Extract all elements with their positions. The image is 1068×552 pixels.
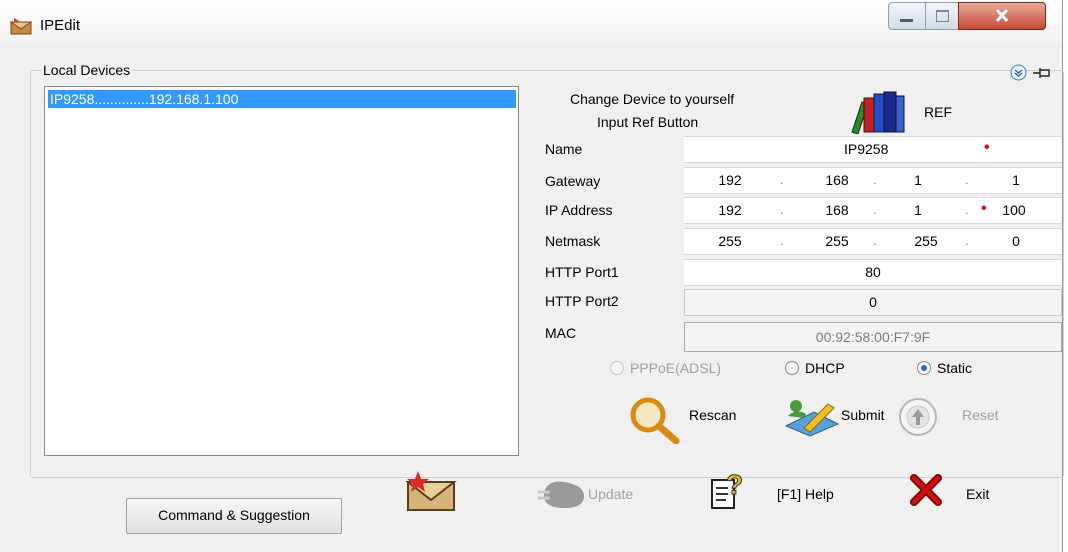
required-marker-icon: • bbox=[981, 200, 987, 217]
gateway-octet-4[interactable]: 1 bbox=[996, 172, 1036, 188]
mac-field: 00:92:58:00:F7:9F bbox=[684, 322, 1062, 352]
reset-arrow-icon bbox=[899, 398, 937, 436]
window-title: IPEdit bbox=[40, 17, 81, 34]
netmask-octet-2[interactable]: 255 bbox=[817, 233, 857, 249]
gateway-octet-3[interactable]: 1 bbox=[898, 172, 938, 188]
ipedit-window: IPEdit Local Devices IP9258.............… bbox=[0, 0, 1064, 552]
http-port2-value: 0 bbox=[869, 294, 877, 310]
mac-label: MAC bbox=[545, 325, 577, 341]
http-port1-label: HTTP Port1 bbox=[545, 264, 619, 280]
local-devices-label: Local Devices bbox=[41, 62, 133, 78]
ip-address-label: IP Address bbox=[545, 202, 613, 218]
reset-button: Reset bbox=[962, 407, 999, 423]
minimize-button[interactable] bbox=[888, 2, 926, 30]
magnifier-icon[interactable] bbox=[628, 396, 682, 444]
netmask-octet-1[interactable]: 255 bbox=[710, 233, 750, 249]
title-bar: IPEdit bbox=[0, 0, 1062, 44]
collapse-chevron-icon[interactable] bbox=[1010, 64, 1027, 81]
ip-octet-1[interactable]: 192 bbox=[710, 202, 750, 218]
octet-dot: . bbox=[873, 202, 877, 217]
books-icon[interactable] bbox=[850, 90, 906, 134]
radio-dhcp[interactable]: DHCP bbox=[785, 360, 845, 376]
command-suggestion-button[interactable]: Command & Suggestion bbox=[126, 498, 342, 534]
netmask-field[interactable]: 255 . 255 . 255 . 0 bbox=[684, 228, 1062, 255]
name-label: Name bbox=[545, 141, 583, 157]
octet-dot: . bbox=[780, 202, 784, 217]
pin-icon[interactable] bbox=[1032, 66, 1052, 80]
update-button: Update bbox=[588, 486, 634, 502]
ip-octet-4[interactable]: 100 bbox=[994, 202, 1034, 218]
http-port2-label: HTTP Port2 bbox=[545, 293, 619, 309]
submit-pencil-icon[interactable] bbox=[784, 398, 840, 438]
svg-text:?: ? bbox=[726, 470, 743, 500]
gateway-label: Gateway bbox=[545, 173, 601, 189]
minimize-icon bbox=[900, 19, 913, 22]
mail-icon[interactable] bbox=[404, 470, 458, 512]
octet-dot: . bbox=[965, 172, 969, 187]
radio-circle-icon bbox=[610, 361, 624, 375]
octet-dot: . bbox=[780, 233, 784, 248]
help-button[interactable]: [F1] Help bbox=[777, 486, 834, 502]
ref-instruction-line2: Input Ref Button bbox=[597, 114, 699, 130]
submit-button[interactable]: Submit bbox=[841, 407, 885, 423]
maximize-icon bbox=[936, 10, 949, 22]
app-icon bbox=[10, 18, 32, 35]
octet-dot: . bbox=[965, 202, 969, 217]
gateway-field[interactable]: 192 . 168 . 1 . 1 bbox=[684, 167, 1062, 194]
netmask-label: Netmask bbox=[545, 233, 601, 249]
rescan-button[interactable]: Rescan bbox=[689, 407, 736, 423]
octet-dot: . bbox=[780, 172, 784, 187]
help-icon[interactable]: ? bbox=[710, 470, 748, 510]
gateway-octet-2[interactable]: 168 bbox=[817, 172, 857, 188]
gateway-octet-1[interactable]: 192 bbox=[710, 172, 750, 188]
device-list-item[interactable]: IP9258..............192.168.1.100 bbox=[48, 90, 516, 108]
maximize-button[interactable] bbox=[925, 2, 959, 30]
octet-dot: . bbox=[873, 233, 877, 248]
exit-x-icon[interactable] bbox=[910, 474, 942, 506]
http-port2-field[interactable]: 0 bbox=[684, 289, 1062, 316]
netmask-octet-4[interactable]: 0 bbox=[996, 233, 1036, 249]
radio-selected-icon bbox=[917, 361, 931, 375]
device-list[interactable]: IP9258..............192.168.1.100 bbox=[44, 86, 519, 456]
octet-dot: . bbox=[965, 233, 969, 248]
ref-button-label[interactable]: REF bbox=[924, 104, 952, 120]
octet-dot: . bbox=[873, 172, 877, 187]
radio-pppoe: PPPoE(ADSL) bbox=[610, 360, 721, 376]
ip-octet-3[interactable]: 1 bbox=[898, 202, 938, 218]
ip-address-field[interactable]: 192 . 168 . 1 . • 100 bbox=[684, 197, 1062, 224]
radio-static[interactable]: Static bbox=[917, 360, 972, 376]
radio-static-label: Static bbox=[937, 360, 973, 376]
ip-octet-2[interactable]: 168 bbox=[817, 202, 857, 218]
close-icon bbox=[995, 9, 1009, 22]
radio-circle-icon bbox=[785, 361, 799, 375]
http-port1-field[interactable]: 80 bbox=[684, 259, 1062, 286]
ref-instruction-line1: Change Device to yourself bbox=[570, 91, 735, 107]
name-value: IP9258 bbox=[844, 141, 889, 157]
name-field[interactable]: IP9258 • bbox=[684, 136, 1062, 163]
update-icon bbox=[538, 481, 584, 508]
radio-pppoe-label: PPPoE(ADSL) bbox=[630, 360, 722, 376]
close-button[interactable] bbox=[958, 2, 1046, 30]
netmask-octet-3[interactable]: 255 bbox=[906, 233, 946, 249]
http-port1-value: 80 bbox=[865, 264, 881, 280]
radio-dhcp-label: DHCP bbox=[805, 360, 845, 376]
exit-button[interactable]: Exit bbox=[966, 486, 989, 502]
required-marker-icon: • bbox=[984, 139, 990, 156]
